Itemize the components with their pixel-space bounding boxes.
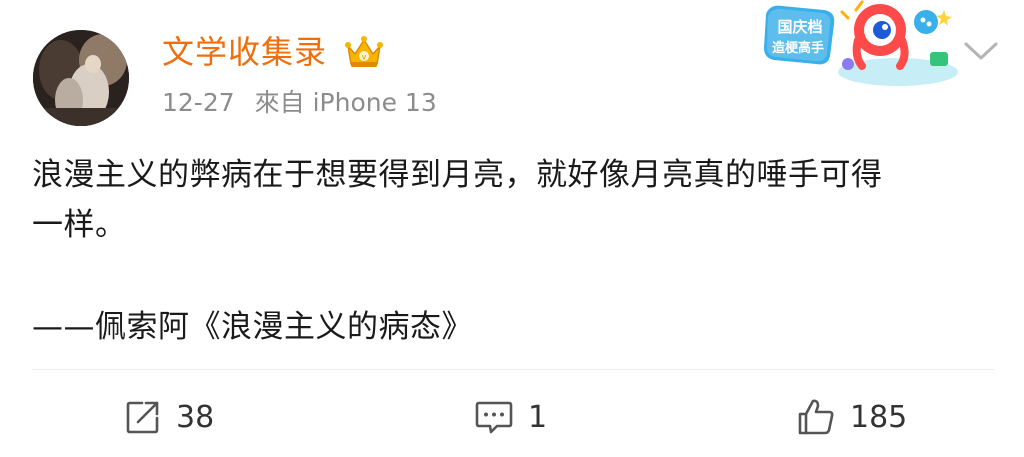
avatar[interactable] — [33, 30, 129, 126]
comment-button[interactable]: 1 — [474, 392, 547, 442]
post-date: 12-27 — [162, 88, 235, 117]
post-meta: 12-27 來自 iPhone 13 — [162, 86, 437, 120]
like-button[interactable]: 185 — [796, 392, 907, 442]
post-text-line: 一样。 — [32, 207, 127, 243]
post-source: 來自 iPhone 13 — [254, 88, 437, 117]
badge-line2: 造梗高手 — [772, 40, 824, 56]
comment-count: 1 — [528, 399, 548, 435]
svg-text:v: v — [362, 53, 367, 62]
chevron-down-icon[interactable] — [962, 36, 1000, 66]
like-count: 185 — [850, 399, 908, 435]
username[interactable]: 文学收集录 — [162, 30, 327, 74]
post-text-line: 浪漫主义的弊病在于想要得到月亮，就好像月亮真的唾手可得 — [32, 157, 883, 193]
avatar-image — [33, 30, 129, 126]
divider — [32, 369, 994, 370]
post-quote: ——佩索阿《浪漫主义的病态》 — [32, 309, 473, 345]
repost-icon — [126, 401, 159, 434]
weibo-post: 文学收集录 v 12-27 來自 iPhone 13 国庆档 造梗高手 浪漫主义… — [0, 0, 1024, 457]
comment-icon — [475, 401, 513, 434]
post-content: 浪漫主义的弊病在于想要得到月亮，就好像月亮真的唾手可得 一样。 — [32, 150, 992, 250]
repost-count: 38 — [176, 399, 215, 435]
crown-icon: v — [345, 36, 383, 67]
badge-line1: 国庆档 — [777, 18, 822, 36]
promo-badge[interactable]: 国庆档 造梗高手 — [758, 0, 958, 92]
repost-button[interactable]: 38 — [124, 392, 214, 442]
thumbs-up-icon — [798, 399, 834, 435]
